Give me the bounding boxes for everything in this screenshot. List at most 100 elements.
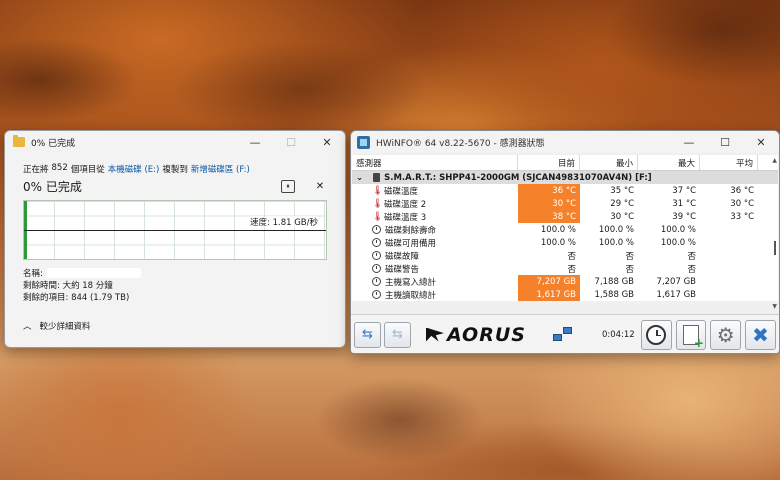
thermometer-icon: 🌡	[372, 198, 384, 209]
sensor-current: 1,617 GB	[518, 288, 580, 301]
clock-icon	[372, 251, 381, 260]
copy-to-text: 複製到	[162, 165, 188, 175]
copy-progress-dialog: 0% 已完成 — ☐ ✕ 正在將 852 個項目從 本機磁碟 (E:) 複製到 …	[4, 130, 346, 348]
pause-button[interactable]: ⏸	[281, 180, 295, 193]
copy-prefix: 正在將	[23, 165, 49, 175]
time-remaining: 剩餘時間: 大約 18 分鐘	[23, 281, 113, 291]
sensor-name: 主機寫入總計	[385, 277, 437, 288]
table-row[interactable]: 磁碟故障 否 否 否	[352, 249, 778, 262]
sensor-min: 1,588 GB	[594, 289, 634, 300]
aorus-brand-text: AORUS	[446, 323, 526, 346]
table-row[interactable]: 磁碟可用備用 100.0 % 100.0 % 100.0 %	[352, 236, 778, 249]
scroll-up-icon[interactable]: ▲	[772, 157, 777, 164]
speed-label: 速度: 1.81 GB/秒	[250, 216, 318, 228]
scroll-down-icon[interactable]: ▼	[772, 303, 777, 310]
table-row[interactable]: 主機寫入總計 7,207 GB 7,188 GB 7,207 GB	[352, 275, 778, 288]
sensor-current: 100.0 %	[540, 237, 576, 248]
sensor-current: 否	[567, 264, 576, 275]
sensor-group-row[interactable]: ⌄ S.M.A.R.T.: SHPP41-2000GM (SJCAN498310…	[352, 171, 778, 184]
sensor-min: 29 °C	[610, 198, 634, 209]
table-row[interactable]: 🌡 磁碟溫度 3 38 °C 30 °C 39 °C 33 °C	[352, 210, 778, 223]
drive-icon	[373, 173, 381, 182]
folder-icon	[13, 135, 25, 147]
column-header-current[interactable]: 目前	[518, 155, 580, 170]
sensor-max: 31 °C	[672, 198, 696, 209]
sensor-max: 1,617 GB	[656, 289, 696, 300]
table-row[interactable]: 🌡 磁碟溫度 2 30 °C 29 °C 31 °C 30 °C	[352, 197, 778, 210]
sensor-avg	[700, 262, 758, 275]
dest-drive-link[interactable]: 新增磁碟區 (F:)	[191, 163, 250, 175]
column-header-min[interactable]: 最小	[580, 155, 638, 170]
sensor-avg	[700, 288, 758, 301]
reset-timer-button[interactable]	[640, 319, 672, 350]
sensor-min: 7,188 GB	[594, 276, 634, 287]
items-remaining: 剩餘的項目: 844 (1.79 TB)	[23, 293, 130, 303]
thermometer-icon: 🌡	[372, 185, 384, 196]
column-header-sensor[interactable]: 感測器	[352, 155, 518, 170]
copy-titlebar: 0% 已完成 — ☐ ✕	[5, 131, 345, 153]
transfer-speed-graph: 速度: 1.81 GB/秒	[23, 200, 327, 260]
sensor-current: 否	[567, 251, 576, 262]
scrollbar-thumb[interactable]	[774, 241, 776, 255]
sensor-name: 磁碟可用備用	[385, 238, 437, 249]
hwinfo-app-icon	[357, 135, 370, 149]
table-row[interactable]: 磁碟警告 否 否 否	[352, 262, 778, 275]
sensor-rows: 🌡 磁碟溫度 36 °C 35 °C 37 °C 36 °C 🌡 磁碟溫度 2 30 °C 29 …	[352, 184, 778, 301]
progress-percent: 0% 已完成	[23, 180, 82, 194]
sensor-avg: 30 °C	[730, 198, 754, 209]
maximize-button[interactable]: ☐	[707, 131, 743, 153]
log-button[interactable]	[675, 319, 707, 350]
speed-line	[24, 230, 326, 231]
less-details-toggle[interactable]: ︿ 較少詳細資料	[23, 320, 327, 332]
settings-button[interactable]: ⚙	[710, 319, 742, 350]
sensor-current: 30 °C	[518, 197, 580, 210]
copy-info: 名稱: 剩餘時間: 大約 18 分鐘 剩餘的項目: 844 (1.79 TB)	[23, 268, 327, 304]
arrows-icon: ⇆	[392, 327, 403, 342]
minimize-button[interactable]: —	[671, 131, 707, 153]
sensor-max: 39 °C	[672, 211, 696, 222]
clock-icon	[646, 324, 667, 345]
sensor-group-label: S.M.A.R.T.: SHPP41-2000GM (SJCAN49831070…	[384, 172, 652, 183]
sensor-name: 主機讀取總計	[385, 290, 437, 301]
copy-item-count: 852	[51, 163, 68, 173]
cancel-button[interactable]: ✕	[313, 181, 327, 192]
hwinfo-toolbar: ⇆ ⇆ AORUS 0:04:12 ⚙ ✖	[351, 314, 779, 353]
sensor-min: 100.0 %	[598, 224, 634, 235]
exit-button[interactable]: ✖	[745, 319, 776, 350]
table-row[interactable]: 🌡 磁碟溫度 36 °C 35 °C 37 °C 36 °C	[352, 184, 778, 197]
copy-mid-text: 個項目從	[70, 165, 105, 175]
name-label: 名稱:	[23, 269, 43, 279]
sensor-avg	[700, 223, 758, 236]
source-drive-link[interactable]: 本機磁碟 (E:)	[108, 163, 160, 175]
sensor-avg	[700, 236, 758, 249]
hwinfo-window: HWiNFO® 64 v8.22-5670 - 感測器狀態 — ☐ ✕ 感測器 …	[350, 130, 780, 354]
sensor-min: 否	[625, 251, 634, 262]
network-icon[interactable]	[552, 325, 574, 345]
close-icon: ✖	[752, 322, 769, 347]
sensor-min: 否	[625, 264, 634, 275]
sensor-current: 36 °C	[518, 184, 580, 197]
column-header-max[interactable]: 最大	[638, 155, 700, 170]
column-header-avg[interactable]: 平均	[700, 155, 758, 170]
aorus-eagle-icon	[425, 327, 444, 342]
clock-icon	[372, 264, 381, 273]
redacted-filename	[46, 268, 141, 278]
thermometer-icon: 🌡	[372, 211, 384, 222]
sensor-name: 磁碟剩餘壽命	[385, 225, 437, 236]
sensor-name: 磁碟溫度 3	[384, 212, 427, 223]
prev-sensor-button[interactable]: ⇆	[354, 321, 381, 348]
sensor-current: 100.0 %	[540, 224, 576, 235]
sensor-avg: 36 °C	[730, 185, 754, 196]
close-button[interactable]: ✕	[743, 131, 779, 153]
gear-icon: ⚙	[716, 322, 735, 347]
copy-description: 正在將 852 個項目從 本機磁碟 (E:) 複製到 新增磁碟區 (F:)	[23, 163, 327, 175]
next-sensor-button[interactable]: ⇆	[383, 321, 411, 348]
sensor-max: 100.0 %	[660, 237, 696, 248]
clock-icon	[372, 277, 381, 286]
table-row[interactable]: 主機讀取總計 1,617 GB 1,588 GB 1,617 GB	[352, 288, 778, 301]
minimize-button[interactable]: —	[237, 131, 273, 153]
collapse-icon[interactable]: ⌄	[356, 173, 363, 183]
table-row[interactable]: 磁碟剩餘壽命 100.0 % 100.0 % 100.0 %	[352, 223, 778, 236]
less-details-label: 較少詳細資料	[39, 322, 91, 332]
close-button[interactable]: ✕	[309, 131, 345, 153]
